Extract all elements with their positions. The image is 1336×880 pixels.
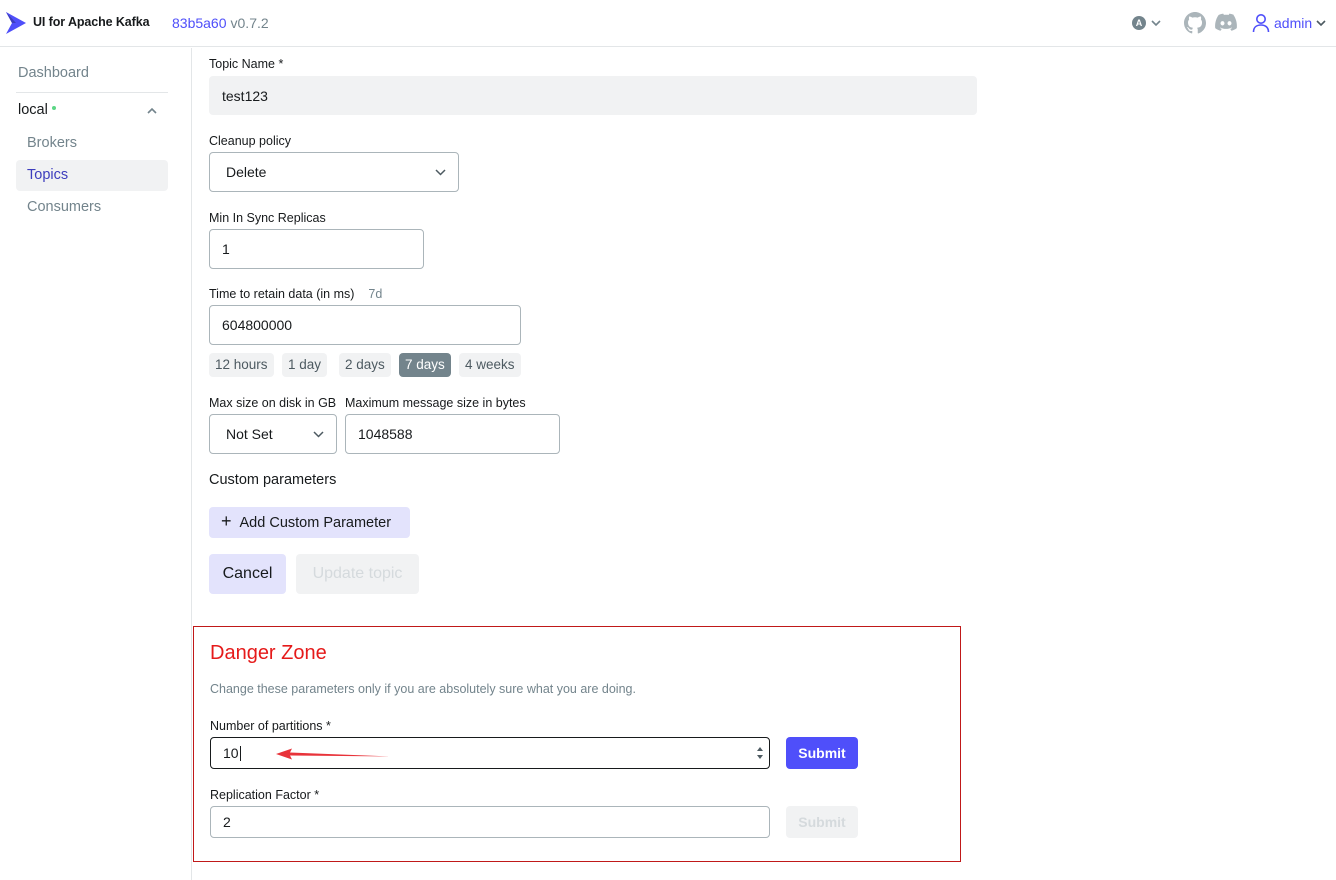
danger-zone-title: Danger Zone [210,642,327,664]
user-name: admin [1274,15,1313,31]
github-link[interactable] [1184,12,1206,34]
theme-auto-icon: A [1132,16,1146,30]
number-spinner-icon[interactable] [756,745,764,761]
custom-params-title: Custom parameters [209,472,337,488]
cleanup-policy-value: Delete [226,164,267,180]
plus-icon: + [221,511,232,531]
sidebar: Dashboard local Brokers Topics Consumers [0,48,192,880]
kafka-logo-icon[interactable] [4,10,28,36]
discord-icon [1215,13,1237,31]
red-arrow-annotation [276,748,390,760]
text-caret [239,745,241,761]
chevron-down-icon [435,169,446,176]
commit-hash-link[interactable]: 83b5a60 [172,15,227,31]
replication-label: Replication Factor * [210,788,320,802]
nav-cluster-local[interactable]: local [18,102,56,118]
retention-preset-4-weeks[interactable]: 4 weeks [459,353,521,377]
nav-divider [16,92,168,93]
chevron-up-icon[interactable] [146,105,158,117]
max-disk-select[interactable]: Not Set [209,414,337,454]
topic-name-input[interactable]: test123 [209,76,977,115]
sidebar-item-consumers[interactable]: Consumers [16,192,168,223]
topic-name-label: Topic Name * [209,57,284,71]
retention-hint: 7d [368,287,383,301]
retention-preset-2-days[interactable]: 2 days [339,353,391,377]
sidebar-item-brokers[interactable]: Brokers [16,128,168,159]
max-message-label: Maximum message size in bytes [345,396,526,410]
retention-label: Time to retain data (in ms) 7d [209,287,382,301]
chevron-down-icon [313,431,324,438]
partitions-submit-button[interactable]: Submit [786,737,858,769]
cleanup-policy-select[interactable]: Delete [209,152,459,192]
danger-zone: Danger Zone Change these parameters only… [193,626,961,862]
retention-input[interactable]: 604800000 [209,305,521,345]
top-header: UI for Apache Kafka 83b5a60 v0.7.2 A admi… [0,0,1336,47]
update-topic-button[interactable]: Update topic [296,554,419,594]
version-info: 83b5a60 v0.7.2 [172,15,269,31]
max-message-input[interactable]: 1048588 [345,414,560,454]
retention-preset-12-hours[interactable]: 12 hours [209,353,274,377]
partitions-value: 10 [223,745,239,761]
app-title[interactable]: UI for Apache Kafka [33,15,150,29]
retention-label-text: Time to retain data (in ms) [209,287,355,301]
cluster-name: local [18,102,48,118]
min-isr-input[interactable]: 1 [209,229,424,269]
retention-preset-1-day[interactable]: 1 day [282,353,328,377]
github-icon [1184,12,1206,34]
retention-preset-7-days[interactable]: 7 days [399,353,451,377]
chevron-down-icon [1316,20,1326,27]
discord-link[interactable] [1214,12,1238,34]
add-custom-parameter-label: Add Custom Parameter [239,514,392,531]
replication-submit-button[interactable]: Submit [786,806,858,838]
min-isr-label: Min In Sync Replicas [209,211,326,225]
nav-dashboard[interactable]: Dashboard [18,65,89,81]
partitions-label: Number of partitions * [210,719,331,733]
add-custom-parameter-button[interactable]: + Add Custom Parameter [209,507,410,538]
sidebar-item-topics[interactable]: Topics [16,160,168,191]
user-menu[interactable]: admin [1252,12,1327,34]
cluster-status-dot [51,106,56,110]
max-disk-value: Not Set [226,426,273,442]
cancel-button[interactable]: Cancel [209,554,286,594]
cleanup-policy-label: Cleanup policy [209,134,291,148]
replication-input[interactable]: 2 [210,806,770,838]
user-icon [1252,14,1270,33]
max-disk-label: Max size on disk in GB [209,396,337,410]
chevron-down-icon [1151,20,1161,27]
version-label: v0.7.2 [230,15,269,31]
theme-switcher[interactable]: A [1132,12,1162,34]
danger-zone-description: Change these parameters only if you are … [210,682,636,696]
